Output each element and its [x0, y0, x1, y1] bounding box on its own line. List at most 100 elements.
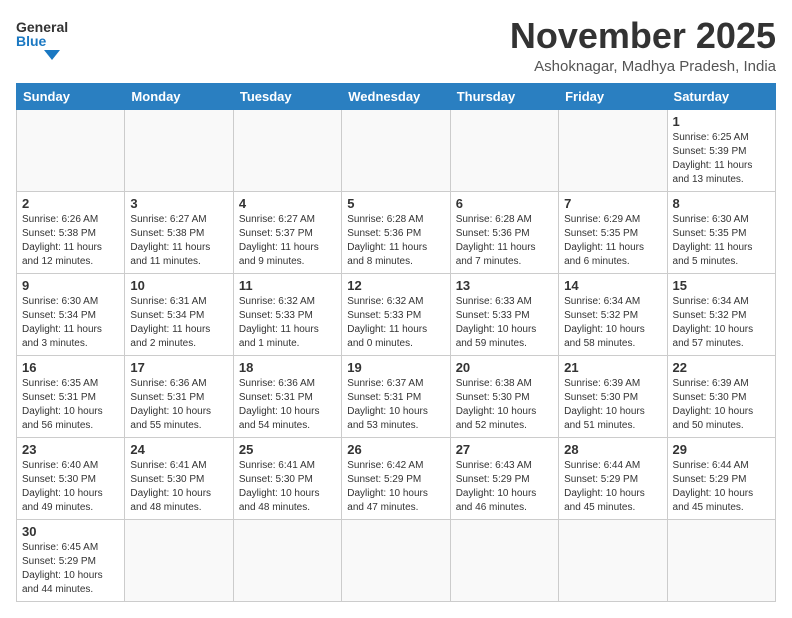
calendar-cell: 30 Sunrise: 6:45 AM Sunset: 5:29 PM Dayli… — [17, 519, 125, 601]
calendar-cell — [125, 109, 233, 191]
day-number: 13 — [456, 278, 553, 293]
day-number: 7 — [564, 196, 661, 211]
day-info: Sunrise: 6:41 AM Sunset: 5:30 PM Dayligh… — [239, 459, 336, 515]
calendar-cell: 29 Sunrise: 6:44 AM Sunset: 5:29 PM Dayli… — [667, 437, 775, 519]
day-info: Sunrise: 6:45 AM Sunset: 5:29 PM Dayligh… — [22, 541, 119, 597]
calendar-cell — [667, 519, 775, 601]
weekday-header-sunday: Sunday — [17, 83, 125, 109]
day-info: Sunrise: 6:28 AM Sunset: 5:36 PM Dayligh… — [347, 213, 444, 269]
weekday-header-saturday: Saturday — [667, 83, 775, 109]
day-info: Sunrise: 6:39 AM Sunset: 5:30 PM Dayligh… — [564, 377, 661, 433]
calendar-cell: 2 Sunrise: 6:26 AM Sunset: 5:38 PM Daylig… — [17, 191, 125, 273]
day-number: 28 — [564, 442, 661, 457]
month-title: November 2025 — [510, 16, 776, 56]
calendar-cell: 13 Sunrise: 6:33 AM Sunset: 5:33 PM Dayli… — [450, 273, 558, 355]
calendar-cell: 9 Sunrise: 6:30 AM Sunset: 5:34 PM Daylig… — [17, 273, 125, 355]
day-info: Sunrise: 6:27 AM Sunset: 5:37 PM Dayligh… — [239, 213, 336, 269]
header: General Blue November 2025 Ashoknagar, M… — [16, 16, 776, 75]
title-area: November 2025 Ashoknagar, Madhya Pradesh… — [510, 16, 776, 75]
calendar-cell: 25 Sunrise: 6:41 AM Sunset: 5:30 PM Dayli… — [233, 437, 341, 519]
day-info: Sunrise: 6:42 AM Sunset: 5:29 PM Dayligh… — [347, 459, 444, 515]
calendar-cell: 20 Sunrise: 6:38 AM Sunset: 5:30 PM Dayli… — [450, 355, 558, 437]
day-info: Sunrise: 6:25 AM Sunset: 5:39 PM Dayligh… — [673, 131, 770, 187]
day-info: Sunrise: 6:37 AM Sunset: 5:31 PM Dayligh… — [347, 377, 444, 433]
day-info: Sunrise: 6:35 AM Sunset: 5:31 PM Dayligh… — [22, 377, 119, 433]
day-info: Sunrise: 6:43 AM Sunset: 5:29 PM Dayligh… — [456, 459, 553, 515]
calendar-week-1: 1 Sunrise: 6:25 AM Sunset: 5:39 PM Daylig… — [17, 109, 776, 191]
day-number: 29 — [673, 442, 770, 457]
day-number: 25 — [239, 442, 336, 457]
calendar-cell: 3Sunrise: 6:27 AM Sunset: 5:38 PM Daylig… — [125, 191, 233, 273]
calendar-cell: 16 Sunrise: 6:35 AM Sunset: 5:31 PM Dayli… — [17, 355, 125, 437]
weekday-header-friday: Friday — [559, 83, 667, 109]
day-number: 24 — [130, 442, 227, 457]
day-number: 30 — [22, 524, 119, 539]
calendar-cell — [342, 519, 450, 601]
day-info: Sunrise: 6:38 AM Sunset: 5:30 PM Dayligh… — [456, 377, 553, 433]
day-number: 5 — [347, 196, 444, 211]
weekday-header-wednesday: Wednesday — [342, 83, 450, 109]
day-info: Sunrise: 6:33 AM Sunset: 5:33 PM Dayligh… — [456, 295, 553, 351]
day-number: 11 — [239, 278, 336, 293]
day-info: Sunrise: 6:30 AM Sunset: 5:35 PM Dayligh… — [673, 213, 770, 269]
calendar-cell: 22Sunrise: 6:39 AM Sunset: 5:30 PM Dayli… — [667, 355, 775, 437]
day-number: 15 — [673, 278, 770, 293]
day-number: 19 — [347, 360, 444, 375]
calendar-cell: 15Sunrise: 6:34 AM Sunset: 5:32 PM Dayli… — [667, 273, 775, 355]
calendar: SundayMondayTuesdayWednesdayThursdayFrid… — [16, 83, 776, 602]
day-number: 14 — [564, 278, 661, 293]
day-number: 10 — [130, 278, 227, 293]
calendar-cell: 28 Sunrise: 6:44 AM Sunset: 5:29 PM Dayli… — [559, 437, 667, 519]
day-number: 23 — [22, 442, 119, 457]
day-info: Sunrise: 6:32 AM Sunset: 5:33 PM Dayligh… — [347, 295, 444, 351]
svg-text:Blue: Blue — [16, 33, 47, 49]
weekday-header-row: SundayMondayTuesdayWednesdayThursdayFrid… — [17, 83, 776, 109]
day-info: Sunrise: 6:29 AM Sunset: 5:35 PM Dayligh… — [564, 213, 661, 269]
day-info: Sunrise: 6:26 AM Sunset: 5:38 PM Dayligh… — [22, 213, 119, 269]
calendar-week-4: 16 Sunrise: 6:35 AM Sunset: 5:31 PM Dayli… — [17, 355, 776, 437]
calendar-cell — [233, 109, 341, 191]
calendar-cell — [450, 519, 558, 601]
weekday-header-monday: Monday — [125, 83, 233, 109]
day-info: Sunrise: 6:40 AM Sunset: 5:30 PM Dayligh… — [22, 459, 119, 515]
day-info: Sunrise: 6:32 AM Sunset: 5:33 PM Dayligh… — [239, 295, 336, 351]
calendar-cell — [559, 519, 667, 601]
day-number: 6 — [456, 196, 553, 211]
day-info: Sunrise: 6:39 AM Sunset: 5:30 PM Dayligh… — [673, 377, 770, 433]
weekday-header-tuesday: Tuesday — [233, 83, 341, 109]
day-info: Sunrise: 6:30 AM Sunset: 5:34 PM Dayligh… — [22, 295, 119, 351]
day-info: Sunrise: 6:31 AM Sunset: 5:34 PM Dayligh… — [130, 295, 227, 351]
calendar-cell: 18 Sunrise: 6:36 AM Sunset: 5:31 PM Dayli… — [233, 355, 341, 437]
calendar-cell — [17, 109, 125, 191]
calendar-cell: 27 Sunrise: 6:43 AM Sunset: 5:29 PM Dayli… — [450, 437, 558, 519]
calendar-cell: 10 Sunrise: 6:31 AM Sunset: 5:34 PM Dayli… — [125, 273, 233, 355]
day-number: 18 — [239, 360, 336, 375]
day-info: Sunrise: 6:27 AM Sunset: 5:38 PM Dayligh… — [130, 213, 227, 269]
day-number: 12 — [347, 278, 444, 293]
day-info: Sunrise: 6:41 AM Sunset: 5:30 PM Dayligh… — [130, 459, 227, 515]
calendar-cell: 11 Sunrise: 6:32 AM Sunset: 5:33 PM Dayli… — [233, 273, 341, 355]
day-number: 9 — [22, 278, 119, 293]
calendar-week-6: 30 Sunrise: 6:45 AM Sunset: 5:29 PM Dayli… — [17, 519, 776, 601]
day-number: 8 — [673, 196, 770, 211]
day-number: 27 — [456, 442, 553, 457]
calendar-cell: 7 Sunrise: 6:29 AM Sunset: 5:35 PM Daylig… — [559, 191, 667, 273]
day-number: 21 — [564, 360, 661, 375]
calendar-cell — [125, 519, 233, 601]
day-info: Sunrise: 6:44 AM Sunset: 5:29 PM Dayligh… — [673, 459, 770, 515]
calendar-cell: 8 Sunrise: 6:30 AM Sunset: 5:35 PM Daylig… — [667, 191, 775, 273]
day-number: 16 — [22, 360, 119, 375]
day-info: Sunrise: 6:28 AM Sunset: 5:36 PM Dayligh… — [456, 213, 553, 269]
calendar-cell: 1 Sunrise: 6:25 AM Sunset: 5:39 PM Daylig… — [667, 109, 775, 191]
day-info: Sunrise: 6:36 AM Sunset: 5:31 PM Dayligh… — [239, 377, 336, 433]
calendar-cell: 26Sunrise: 6:42 AM Sunset: 5:29 PM Dayli… — [342, 437, 450, 519]
calendar-week-2: 2 Sunrise: 6:26 AM Sunset: 5:38 PM Daylig… — [17, 191, 776, 273]
day-number: 1 — [673, 114, 770, 129]
calendar-cell: 17Sunrise: 6:36 AM Sunset: 5:31 PM Dayli… — [125, 355, 233, 437]
day-number: 2 — [22, 196, 119, 211]
day-info: Sunrise: 6:44 AM Sunset: 5:29 PM Dayligh… — [564, 459, 661, 515]
calendar-cell: 24 Sunrise: 6:41 AM Sunset: 5:30 PM Dayli… — [125, 437, 233, 519]
calendar-cell: 23 Sunrise: 6:40 AM Sunset: 5:30 PM Dayli… — [17, 437, 125, 519]
calendar-cell: 4Sunrise: 6:27 AM Sunset: 5:37 PM Daylig… — [233, 191, 341, 273]
day-number: 20 — [456, 360, 553, 375]
